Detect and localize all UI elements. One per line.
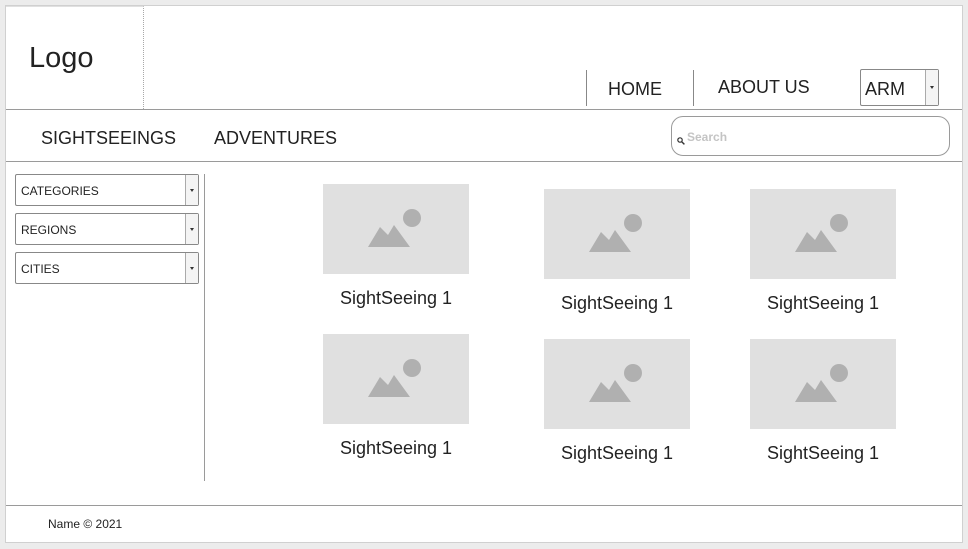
sightseeing-card[interactable]: SightSeeing 1: [750, 339, 896, 464]
nav-home-link[interactable]: HOME: [608, 79, 662, 100]
image-placeholder-icon[interactable]: [323, 334, 469, 424]
image-placeholder-icon[interactable]: [323, 184, 469, 274]
logo: Logo: [29, 42, 94, 74]
footer-divider: [6, 505, 962, 506]
chevron-down-icon[interactable]: [925, 70, 938, 105]
cities-select[interactable]: CITIES: [15, 252, 199, 284]
card-title[interactable]: SightSeeing 1: [544, 293, 690, 314]
tab-sightseeings[interactable]: SIGHTSEEINGS: [41, 128, 176, 149]
card-title[interactable]: SightSeeing 1: [750, 293, 896, 314]
image-placeholder-icon[interactable]: [544, 189, 690, 279]
regions-select-label: REGIONS: [21, 223, 77, 237]
categories-select-label: CATEGORIES: [21, 184, 99, 198]
footer-copyright: Name © 2021: [48, 517, 123, 531]
nav-separator: [693, 70, 694, 106]
sightseeing-card[interactable]: SightSeeing 1: [544, 189, 690, 314]
search-box[interactable]: [671, 116, 950, 156]
subnav-divider: [6, 161, 962, 162]
sightseeing-card[interactable]: SightSeeing 1: [323, 334, 469, 459]
tab-adventures[interactable]: ADVENTURES: [214, 128, 337, 149]
nav-about-us-link[interactable]: ABOUT US: [718, 77, 810, 98]
chevron-down-icon[interactable]: [185, 253, 198, 283]
image-placeholder-icon[interactable]: [750, 339, 896, 429]
sightseeing-card[interactable]: SightSeeing 1: [544, 339, 690, 464]
card-title[interactable]: SightSeeing 1: [750, 443, 896, 464]
chevron-down-icon[interactable]: [185, 214, 198, 244]
image-placeholder-icon[interactable]: [544, 339, 690, 429]
cities-select-label: CITIES: [21, 262, 60, 276]
categories-select[interactable]: CATEGORIES: [15, 174, 199, 206]
language-select-value: ARM: [865, 79, 905, 99]
sightseeing-card[interactable]: SightSeeing 1: [323, 184, 469, 309]
page: Logo HOME ABOUT US ARM SIGHTSEEINGS ADVE…: [5, 5, 963, 543]
sidebar-divider: [204, 174, 205, 481]
card-title[interactable]: SightSeeing 1: [544, 443, 690, 464]
card-title[interactable]: SightSeeing 1: [323, 438, 469, 459]
sightseeing-card[interactable]: SightSeeing 1: [750, 189, 896, 314]
image-placeholder-icon[interactable]: [750, 189, 896, 279]
regions-select[interactable]: REGIONS: [15, 213, 199, 245]
search-input[interactable]: [685, 126, 939, 148]
language-select[interactable]: ARM: [860, 69, 939, 106]
card-title[interactable]: SightSeeing 1: [323, 288, 469, 309]
logo-box[interactable]: Logo: [6, 6, 144, 109]
chevron-down-icon[interactable]: [185, 175, 198, 205]
search-icon: [677, 132, 685, 150]
nav-separator: [586, 70, 587, 106]
header-divider: [6, 109, 962, 110]
